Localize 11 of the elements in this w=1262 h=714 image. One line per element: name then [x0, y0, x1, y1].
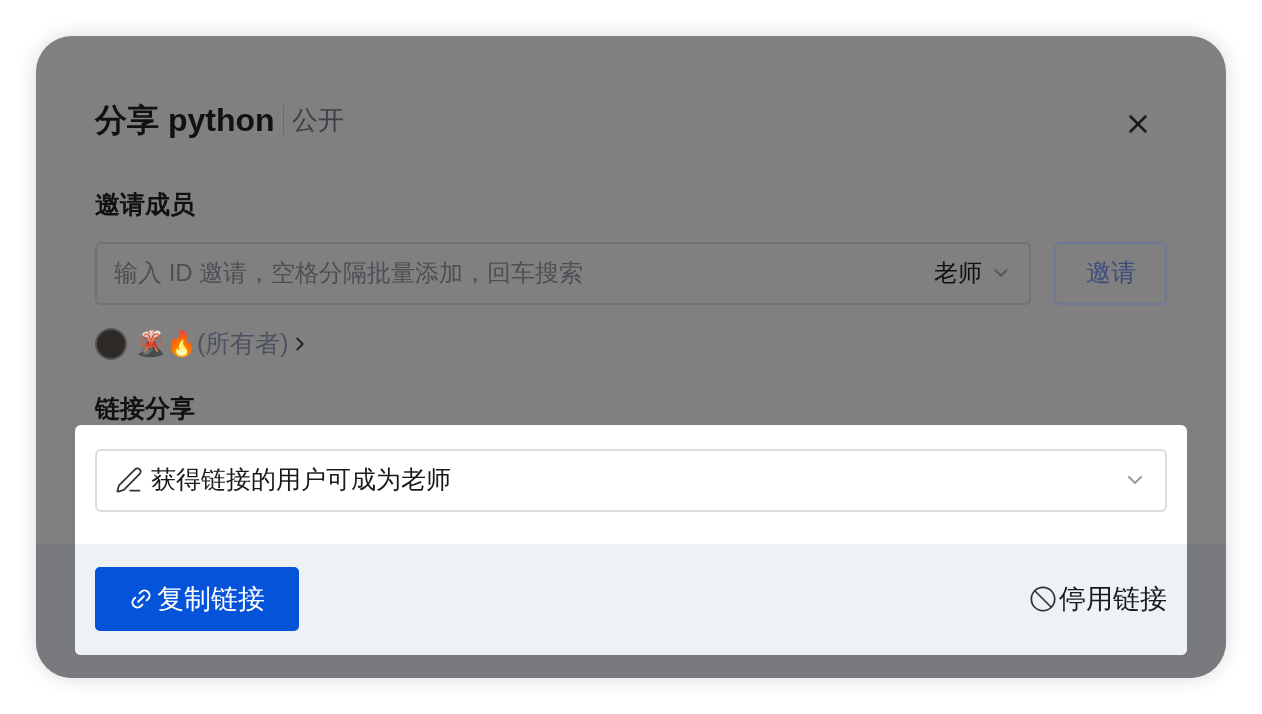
copy-link-button[interactable]: 复制链接 [95, 567, 299, 632]
role-dropdown[interactable]: 老师 [934, 255, 1012, 291]
section-title: 邀请成员 [95, 189, 196, 220]
avatar [95, 327, 127, 360]
dialog-title: 分享 python [95, 101, 275, 140]
pencil-icon [115, 466, 143, 494]
disable-link-button[interactable]: 停用链接 [1029, 579, 1167, 620]
section-title: 链接分享 [95, 392, 196, 424]
link-permission-select[interactable]: 获得链接的用户可成为老师 [95, 448, 1167, 512]
prohibited-icon [1029, 585, 1057, 614]
visibility-label: 公开 [291, 103, 344, 137]
